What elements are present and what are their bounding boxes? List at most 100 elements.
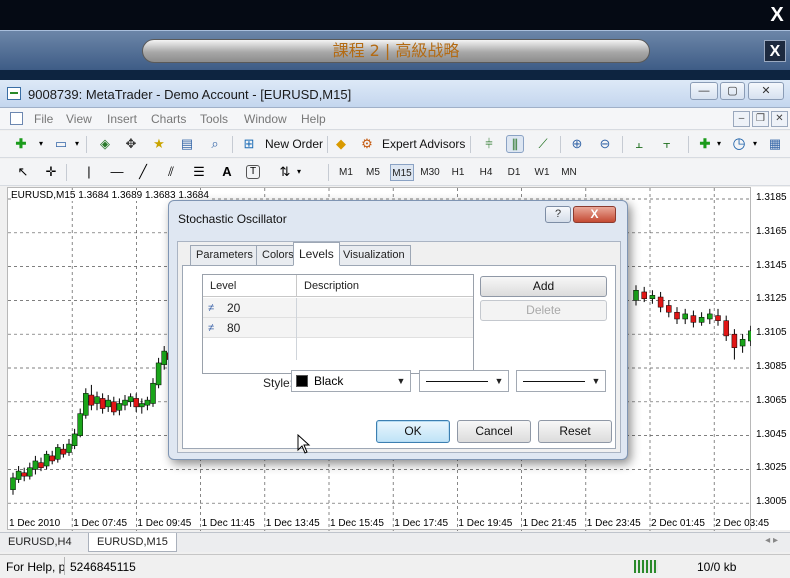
text-tool-icon[interactable]: A xyxy=(218,163,236,181)
standard-toolbar: ✚ ▾ ▭ ▾ ◈ ✥ ★ ▤ ⌕ ⊞ New Order ◆ ⚙ Expert… xyxy=(0,131,790,158)
candle-bear xyxy=(21,472,27,477)
tab-eurusd-m15[interactable]: EURUSD,M15 xyxy=(88,533,177,552)
tab-parameters[interactable]: Parameters xyxy=(190,245,259,265)
menu-view[interactable]: View xyxy=(66,112,92,126)
profiles-icon[interactable]: ▭ xyxy=(52,135,70,153)
expert-advisors-button[interactable]: Expert Advisors xyxy=(382,135,465,154)
fibonacci-icon[interactable]: ☰ xyxy=(190,163,208,181)
tab-levels[interactable]: Levels xyxy=(293,242,340,266)
menu-tools[interactable]: Tools xyxy=(200,112,228,126)
tab-scroll-arrows-icon[interactable]: ◂ ▸ xyxy=(765,535,778,546)
terminal-icon[interactable]: ▤ xyxy=(178,135,196,153)
column-header-level[interactable]: Level xyxy=(203,275,296,297)
menu-file[interactable]: File xyxy=(34,112,53,126)
price-axis: 1.3185 1.3165 1.3145 1.3125 1.3105 1.3085 1.30… xyxy=(751,187,790,530)
dialog-help-button[interactable]: ? xyxy=(545,206,571,223)
market-watch-icon[interactable]: ◈ xyxy=(96,135,114,153)
vertical-line-icon[interactable]: | xyxy=(80,163,98,181)
timeframe-m1[interactable]: M1 xyxy=(336,164,356,181)
level-value[interactable]: 80 xyxy=(227,318,240,338)
bar-chart-icon[interactable]: ⫩ xyxy=(480,135,498,153)
data-window-icon[interactable]: ✥ xyxy=(122,135,140,153)
candle-bear xyxy=(60,448,67,455)
new-chart-dropdown-icon[interactable]: ▾ xyxy=(36,135,46,153)
cursor-tool-icon[interactable]: ↖ xyxy=(14,163,32,181)
indicators-icon[interactable]: ✚ xyxy=(696,135,714,153)
cancel-button[interactable]: Cancel xyxy=(457,420,531,443)
tab-eurusd-h4[interactable]: EURUSD,H4 xyxy=(0,533,80,552)
timeframe-m5[interactable]: M5 xyxy=(363,164,383,181)
minimize-button[interactable]: — xyxy=(690,82,718,100)
arrows-dropdown-icon[interactable]: ▾ xyxy=(294,163,304,181)
player-close-button[interactable]: X xyxy=(766,2,788,28)
maximize-button[interactable]: ▢ xyxy=(720,82,745,100)
menu-charts[interactable]: Charts xyxy=(151,112,186,126)
candle-bear xyxy=(657,296,664,308)
new-order-icon[interactable]: ⊞ xyxy=(240,135,258,153)
mdi-restore-button[interactable]: ❐ xyxy=(752,111,769,127)
horizontal-line-icon[interactable]: — xyxy=(108,163,126,181)
candle-bull xyxy=(707,313,713,320)
timeframe-w1[interactable]: W1 xyxy=(532,164,552,181)
periods-clock-icon[interactable]: ◷ xyxy=(730,135,748,153)
add-level-button[interactable]: Add xyxy=(480,276,607,297)
toolbar-separator xyxy=(688,136,689,153)
timeframe-h1[interactable]: H1 xyxy=(448,164,468,181)
level-row[interactable]: ≠ 20 xyxy=(203,298,473,318)
trendline-icon[interactable]: ╱ xyxy=(134,163,152,181)
zoom-in-icon[interactable]: ⊕ xyxy=(568,135,586,153)
mdi-close-button[interactable]: ✕ xyxy=(771,111,788,127)
timeframe-h4[interactable]: H4 xyxy=(476,164,496,181)
menu-window[interactable]: Window xyxy=(244,112,287,126)
navigator-icon[interactable]: ★ xyxy=(150,135,168,153)
banner-close-button[interactable]: X xyxy=(764,40,786,62)
new-chart-icon[interactable]: ✚ xyxy=(12,135,30,153)
timeframe-mn[interactable]: MN xyxy=(558,164,580,181)
metatrader-app-icon xyxy=(7,87,21,100)
strategy-tester-icon[interactable]: ⌕ xyxy=(206,135,224,153)
chart-shift-icon[interactable]: ⫠ xyxy=(630,135,648,153)
templates-icon[interactable]: ▦ xyxy=(766,135,784,153)
ok-button[interactable]: OK xyxy=(376,420,450,443)
menu-help[interactable]: Help xyxy=(301,112,326,126)
metaeditor-icon[interactable]: ◆ xyxy=(332,135,350,153)
candle-bull xyxy=(77,413,83,436)
timeframe-m30[interactable]: M30 xyxy=(418,164,442,181)
new-order-button[interactable]: New Order xyxy=(265,135,323,154)
crosshair-tool-icon[interactable]: ✛ xyxy=(42,163,60,181)
level-value[interactable]: 20 xyxy=(227,298,240,318)
tab-visualization[interactable]: Visualization xyxy=(337,245,411,265)
autoscroll-icon[interactable]: ⫟ xyxy=(658,135,676,153)
price-tick-label: 1.3045 xyxy=(756,428,787,440)
time-tick-label: 1 Dec 17:45 xyxy=(394,518,449,529)
candlestick-chart-icon[interactable]: ⫼ xyxy=(506,135,524,153)
timeframe-m15[interactable]: M15 xyxy=(390,164,414,181)
mdi-minimize-button[interactable]: – xyxy=(733,111,750,127)
mouse-cursor-icon xyxy=(297,434,311,454)
timeframe-d1[interactable]: D1 xyxy=(504,164,524,181)
dialog-title: Stochastic Oscillator xyxy=(178,212,287,226)
close-window-button[interactable]: ✕ xyxy=(748,82,784,100)
level-color-value: Black xyxy=(314,374,344,388)
text-label-tool-icon[interactable]: T xyxy=(246,165,260,179)
expert-advisors-icon[interactable]: ⚙ xyxy=(358,135,376,153)
line-chart-icon[interactable]: ⟋ xyxy=(534,135,552,153)
arrows-tool-icon[interactable]: ⇅ xyxy=(276,163,294,181)
periods-dropdown-icon[interactable]: ▾ xyxy=(750,135,760,153)
reset-button[interactable]: Reset xyxy=(538,420,612,443)
profiles-dropdown-icon[interactable]: ▾ xyxy=(72,135,82,153)
level-line-style-select[interactable]: ▼ xyxy=(419,370,509,392)
level-line-width-select[interactable]: ▼ xyxy=(516,370,606,392)
dialog-close-button[interactable]: X xyxy=(573,206,616,223)
indicators-dropdown-icon[interactable]: ▾ xyxy=(714,135,724,153)
level-color-select[interactable]: Black ▼ xyxy=(291,370,411,392)
equidistant-channel-icon[interactable]: ⫽ xyxy=(162,163,180,181)
time-tick-label: 1 Dec 13:45 xyxy=(265,518,320,529)
column-header-description[interactable]: Description xyxy=(296,275,473,297)
candle-bear xyxy=(49,455,55,462)
zoom-out-icon[interactable]: ⊖ xyxy=(596,135,614,153)
window-title: 9008739: MetaTrader - Demo Account - [EU… xyxy=(28,87,352,102)
delete-level-button[interactable]: Delete xyxy=(480,300,607,321)
level-row[interactable]: ≠ 80 xyxy=(203,318,473,338)
menu-insert[interactable]: Insert xyxy=(107,112,137,126)
